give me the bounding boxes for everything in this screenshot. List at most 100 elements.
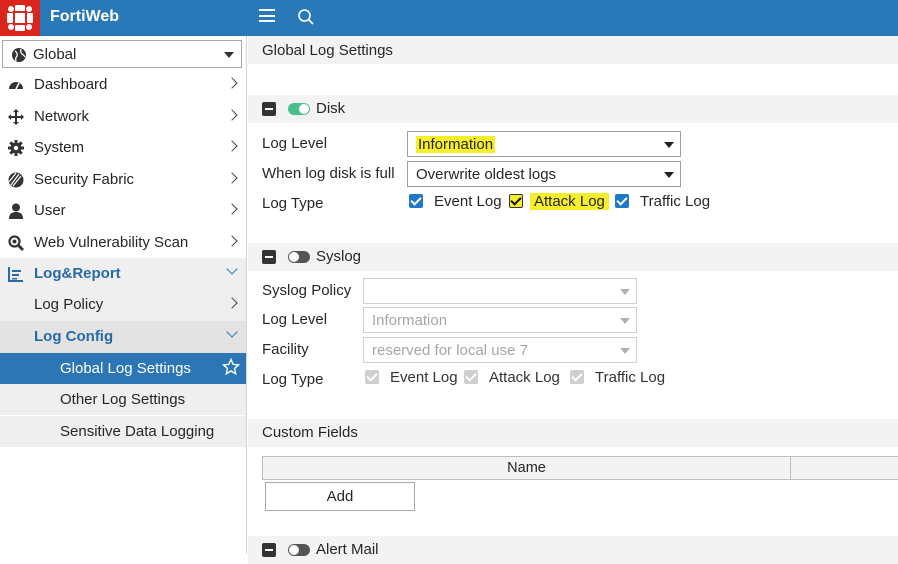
disk-full-label: When log disk is full xyxy=(262,165,395,182)
sidebar-item-label: Security Fabric xyxy=(34,171,135,188)
syslog-policy-select[interactable] xyxy=(363,278,637,304)
syslog-facility-value: reserved for local use 7 xyxy=(372,342,528,359)
add-button[interactable]: Add xyxy=(265,482,415,511)
disk-log-level-select[interactable]: Information xyxy=(407,131,681,157)
sidebar-item-log-report[interactable]: Log&Report xyxy=(0,258,246,289)
chevron-down-icon xyxy=(620,318,630,324)
sidebar-item-security-fabric[interactable]: Security Fabric xyxy=(0,164,246,195)
sidebar-item-system[interactable]: System xyxy=(0,132,246,163)
chart-icon xyxy=(8,267,23,282)
sidebar-item-label: Global Log Settings xyxy=(60,360,191,377)
syslog-event-log-checkbox[interactable] xyxy=(365,370,379,384)
chevron-down-icon xyxy=(226,263,238,275)
vdom-selector[interactable]: Global xyxy=(2,40,242,68)
menu-icon[interactable] xyxy=(259,9,275,25)
sidebar-item-web-vulnerability-scan[interactable]: Web Vulnerability Scan xyxy=(0,227,246,258)
syslog-toggle[interactable] xyxy=(288,251,310,263)
sidebar-item-label: Log Config xyxy=(34,328,114,345)
alert-mail-section-header: Alert Mail xyxy=(248,536,898,564)
chevron-down-icon xyxy=(620,348,630,354)
alert-mail-toggle[interactable] xyxy=(288,544,310,556)
disk-full-value: Overwrite oldest logs xyxy=(416,166,557,183)
sidebar-item-other-log-settings[interactable]: Other Log Settings xyxy=(0,384,246,415)
sidebar-item-label: Web Vulnerability Scan xyxy=(34,234,189,251)
sidebar-item-label: Log Policy xyxy=(34,296,104,313)
chevron-down-icon xyxy=(664,142,674,148)
disk-event-log-checkbox[interactable] xyxy=(409,194,423,208)
chevron-right-icon xyxy=(226,77,238,89)
globe-icon xyxy=(12,48,26,62)
sidebar-item-network[interactable]: Network xyxy=(0,101,246,132)
sidebar-item-user[interactable]: User xyxy=(0,195,246,226)
sidebar-item-label: System xyxy=(34,139,85,156)
scan-search-icon xyxy=(8,235,24,251)
syslog-event-log-label: Event Log xyxy=(390,369,458,386)
disk-attack-log-label: Attack Log xyxy=(530,193,609,210)
chevron-down-icon xyxy=(226,326,238,338)
sidebar-item-log-policy[interactable]: Log Policy xyxy=(0,289,246,321)
fortinet-logo[interactable] xyxy=(0,0,40,36)
sidebar: Global Dashboard Network System Security… xyxy=(0,36,247,554)
brand-name: FortiWeb xyxy=(50,8,120,25)
disk-traffic-log-label: Traffic Log xyxy=(640,193,711,210)
custom-fields-header: Custom Fields xyxy=(248,419,898,447)
column-header-name[interactable]: Name xyxy=(263,457,791,479)
syslog-log-level-label: Log Level xyxy=(262,311,328,328)
sidebar-item-sensitive-data-logging[interactable]: Sensitive Data Logging xyxy=(0,416,246,447)
disk-section-header: Disk xyxy=(248,95,898,123)
fortinet-logo-icon xyxy=(7,5,33,31)
disk-traffic-log-checkbox[interactable] xyxy=(615,194,629,208)
chevron-right-icon xyxy=(226,109,238,121)
sidebar-item-global-log-settings[interactable]: Global Log Settings xyxy=(0,353,246,384)
syslog-facility-select[interactable]: reserved for local use 7 xyxy=(363,337,637,363)
sidebar-item-dashboard[interactable]: Dashboard xyxy=(0,69,246,100)
syslog-section-header: Syslog xyxy=(248,243,898,271)
top-bar: FortiWeb xyxy=(0,0,898,36)
disk-log-level-label: Log Level xyxy=(262,135,328,152)
page-title: Global Log Settings xyxy=(262,42,393,59)
syslog-facility-label: Facility xyxy=(262,341,309,358)
sidebar-item-label: Log&Report xyxy=(34,265,121,282)
disk-log-type-label: Log Type xyxy=(262,195,324,212)
chevron-right-icon xyxy=(226,297,238,309)
disk-attack-log-checkbox[interactable] xyxy=(509,194,523,208)
custom-fields-table: Name xyxy=(262,456,898,480)
alert-mail-section-title: Alert Mail xyxy=(316,541,379,558)
syslog-traffic-log-label: Traffic Log xyxy=(595,369,666,386)
collapse-icon[interactable] xyxy=(262,250,276,264)
search-icon[interactable] xyxy=(297,8,315,26)
syslog-log-type-label: Log Type xyxy=(262,371,324,388)
syslog-traffic-log-checkbox[interactable] xyxy=(570,370,584,384)
sidebar-item-label: Network xyxy=(34,108,90,125)
chevron-right-icon xyxy=(226,172,238,184)
chevron-down-icon xyxy=(664,172,674,178)
syslog-section-title: Syslog xyxy=(316,248,362,265)
sidebar-item-label: Dashboard xyxy=(34,76,108,93)
star-icon[interactable] xyxy=(222,358,240,376)
chevron-down-icon xyxy=(224,52,234,58)
sidebar-item-log-config[interactable]: Log Config xyxy=(0,321,246,353)
syslog-log-level-select[interactable]: Information xyxy=(363,307,637,333)
sidebar-item-label: Other Log Settings xyxy=(60,391,186,408)
syslog-policy-label: Syslog Policy xyxy=(262,282,352,299)
chevron-right-icon xyxy=(226,140,238,152)
user-icon xyxy=(9,203,23,219)
sidebar-item-label: User xyxy=(34,202,66,219)
collapse-icon[interactable] xyxy=(262,543,276,557)
disk-full-select[interactable]: Overwrite oldest logs xyxy=(407,161,681,187)
disk-toggle[interactable] xyxy=(288,103,310,115)
vdom-label: Global xyxy=(33,46,77,63)
disk-section-title: Disk xyxy=(316,100,346,117)
syslog-attack-log-label: Attack Log xyxy=(489,369,560,386)
sidebar-item-label: Sensitive Data Logging xyxy=(60,423,215,440)
syslog-attack-log-checkbox[interactable] xyxy=(464,370,478,384)
page-title-bar: Global Log Settings xyxy=(248,36,898,64)
main-content: Global Log Settings Disk Log Level Infor… xyxy=(248,36,898,564)
chevron-right-icon xyxy=(226,203,238,215)
security-fabric-icon xyxy=(8,172,24,188)
disk-log-level-value: Information xyxy=(416,136,496,153)
collapse-icon[interactable] xyxy=(262,102,276,116)
custom-fields-title: Custom Fields xyxy=(262,424,358,441)
chevron-right-icon xyxy=(226,235,238,247)
dashboard-icon xyxy=(9,82,23,90)
